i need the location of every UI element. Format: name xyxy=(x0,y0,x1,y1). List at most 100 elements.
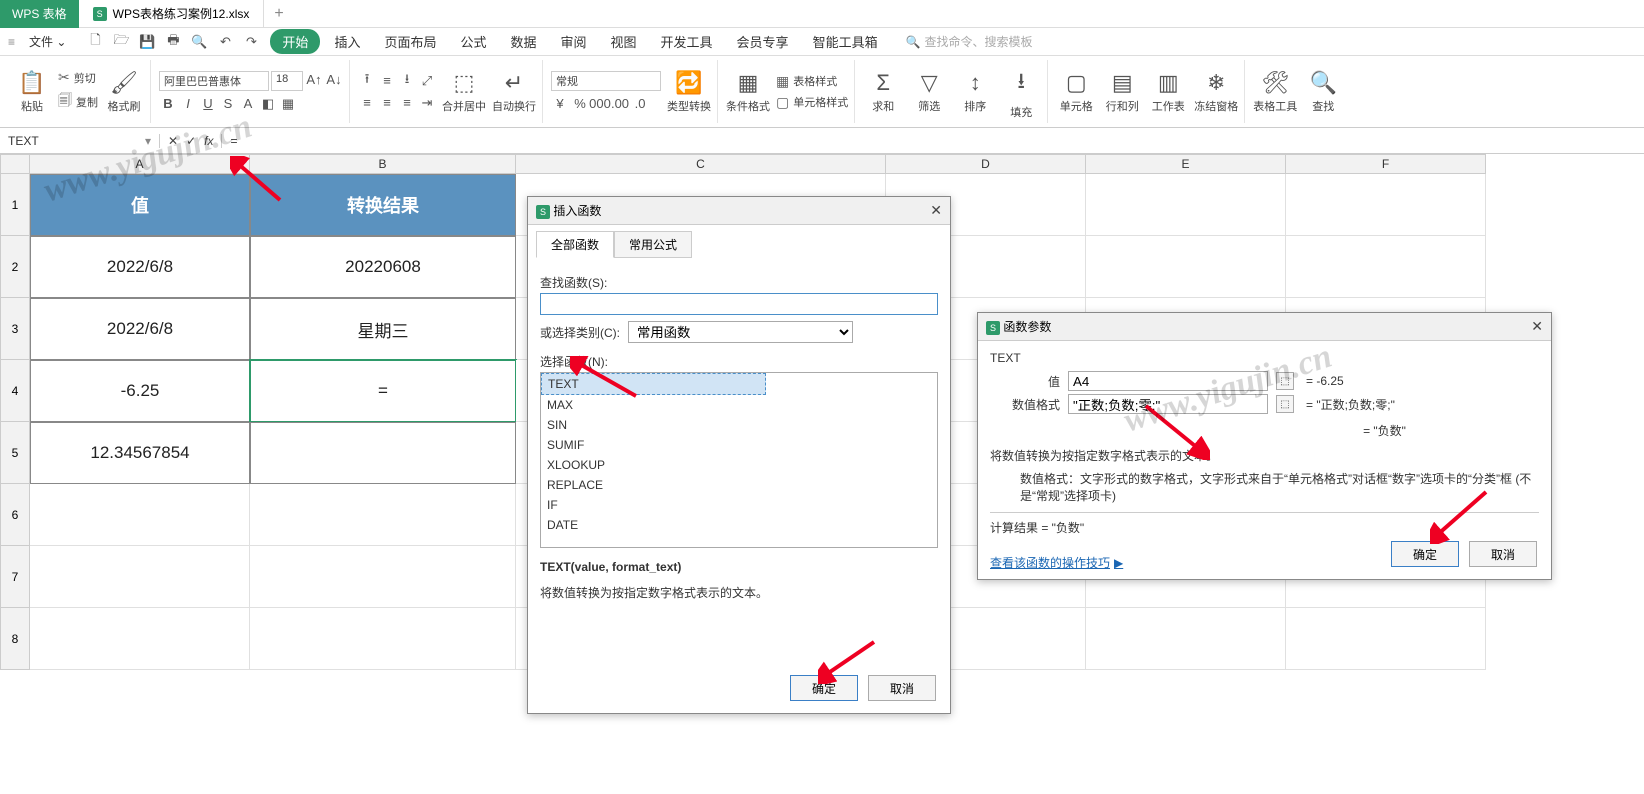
find-button[interactable]: 🔍查找 xyxy=(1303,70,1343,114)
cell-F2[interactable] xyxy=(1286,236,1486,298)
cell-B5[interactable] xyxy=(250,422,516,484)
row-1[interactable]: 1 xyxy=(0,174,30,236)
cell-E1[interactable] xyxy=(1086,174,1286,236)
italic-icon[interactable]: I xyxy=(179,95,197,113)
fill-button[interactable]: ⭳填充 xyxy=(1001,64,1041,120)
cell-B6[interactable] xyxy=(250,484,516,546)
cell-B1[interactable]: 转换结果 xyxy=(250,174,516,236)
name-box[interactable]: TEXT▾ xyxy=(0,134,160,148)
select-all-corner[interactable] xyxy=(0,154,30,174)
format-painter-button[interactable]: 🖌格式刷 xyxy=(104,70,144,114)
close-button[interactable]: ✕ xyxy=(1531,318,1543,335)
freeze-button[interactable]: ❄冻结窗格 xyxy=(1194,70,1238,114)
cancel-button[interactable]: 取消 xyxy=(868,675,936,701)
row-2[interactable]: 2 xyxy=(0,236,30,298)
category-select[interactable]: 常用函数 xyxy=(628,321,853,343)
col-A[interactable]: A xyxy=(30,154,250,174)
list-item[interactable]: SIN xyxy=(541,415,937,435)
dec-dec-icon[interactable]: .0 xyxy=(631,95,649,113)
cell-B2[interactable]: 20220608 xyxy=(250,236,516,298)
menu-insert[interactable]: 插入 xyxy=(324,28,370,55)
cell-A3[interactable]: 2022/6/8 xyxy=(30,298,250,360)
menu-vip[interactable]: 会员专享 xyxy=(727,28,799,55)
help-link[interactable]: 查看该函数的操作技巧 ▶ xyxy=(990,554,1123,571)
align-center-icon[interactable]: ≡ xyxy=(378,94,396,112)
menu-start[interactable]: 开始 xyxy=(270,29,320,54)
cell-F1[interactable] xyxy=(1286,174,1486,236)
cell-A1[interactable]: 值 xyxy=(30,174,250,236)
indent-icon[interactable]: ⇥ xyxy=(418,94,436,112)
sheet-button[interactable]: ▥工作表 xyxy=(1148,70,1188,114)
strike-icon[interactable]: S xyxy=(219,95,237,113)
cell-A6[interactable] xyxy=(30,484,250,546)
font-size-select[interactable]: 18 xyxy=(271,71,303,91)
menu-layout[interactable]: 页面布局 xyxy=(374,28,446,55)
list-item[interactable]: DATE xyxy=(541,515,937,535)
copy-button[interactable]: 🗐复制 xyxy=(58,90,98,114)
ok-button[interactable]: 确定 xyxy=(790,675,858,701)
merge-button[interactable]: ⬚合并居中 xyxy=(442,70,486,114)
underline-icon[interactable]: U xyxy=(199,95,217,113)
fx-icon[interactable]: fx xyxy=(204,134,213,148)
col-F[interactable]: F xyxy=(1286,154,1486,174)
row-3[interactable]: 3 xyxy=(0,298,30,360)
ref-picker-icon[interactable]: ⬚ xyxy=(1276,395,1294,413)
ref-picker-icon[interactable]: ⬚ xyxy=(1276,372,1294,390)
cond-format-button[interactable]: ▦条件格式 xyxy=(726,70,770,114)
tab-all-functions[interactable]: 全部函数 xyxy=(536,231,614,258)
border-icon[interactable]: ▦ xyxy=(279,95,297,113)
print-icon[interactable]: 🖶 xyxy=(164,33,182,51)
cell-A2[interactable]: 2022/6/8 xyxy=(30,236,250,298)
param2-input[interactable] xyxy=(1068,394,1268,414)
menu-smart[interactable]: 智能工具箱 xyxy=(803,28,888,55)
row-7[interactable]: 7 xyxy=(0,546,30,608)
comma-icon[interactable]: 000 xyxy=(591,95,609,113)
confirm-formula-icon[interactable]: ✓ xyxy=(186,134,196,148)
undo-icon[interactable]: ↶ xyxy=(216,33,234,51)
sort-button[interactable]: ↕排序 xyxy=(955,70,995,114)
save-icon[interactable]: 💾 xyxy=(138,33,156,51)
menu-dev[interactable]: 开发工具 xyxy=(651,28,723,55)
inc-dec-icon[interactable]: .00 xyxy=(611,95,629,113)
col-D[interactable]: D xyxy=(886,154,1086,174)
function-list[interactable]: TEXT MAX SIN SUMIF XLOOKUP REPLACE IF DA… xyxy=(540,372,938,548)
param1-input[interactable] xyxy=(1068,371,1268,391)
cell-B3[interactable]: 星期三 xyxy=(250,298,516,360)
cell-A5[interactable]: 12.34567854 xyxy=(30,422,250,484)
formula-input[interactable]: = xyxy=(222,134,1644,148)
cancel-button[interactable]: 取消 xyxy=(1469,541,1537,567)
menu-data[interactable]: 数据 xyxy=(500,28,546,55)
menu-formula[interactable]: 公式 xyxy=(450,28,496,55)
row-5[interactable]: 5 xyxy=(0,422,30,484)
redo-icon[interactable]: ↷ xyxy=(242,33,260,51)
align-bot-icon[interactable]: ⭳ xyxy=(398,72,416,90)
cell-A4[interactable]: -6.25 xyxy=(30,360,250,422)
cell-style-button[interactable]: ▢单元格样式 xyxy=(776,94,848,111)
currency-icon[interactable]: ¥ xyxy=(551,95,569,113)
paste-button[interactable]: 📋粘贴 xyxy=(12,70,52,114)
cell-button[interactable]: ▢单元格 xyxy=(1056,70,1096,114)
cell-B8[interactable] xyxy=(250,608,516,670)
add-tab-button[interactable]: + xyxy=(264,5,293,23)
row-8[interactable]: 8 xyxy=(0,608,30,670)
ok-button[interactable]: 确定 xyxy=(1391,541,1459,567)
cell-F8[interactable] xyxy=(1286,608,1486,670)
cell-E2[interactable] xyxy=(1086,236,1286,298)
command-search[interactable]: 🔍 查找命令、搜索模板 xyxy=(906,33,1033,50)
align-mid-icon[interactable]: ≡ xyxy=(378,72,396,90)
new-icon[interactable]: 🗋 xyxy=(86,33,104,51)
cell-E8[interactable] xyxy=(1086,608,1286,670)
tab-common-formulas[interactable]: 常用公式 xyxy=(614,231,692,258)
tools-button[interactable]: 🛠表格工具 xyxy=(1253,70,1297,114)
menu-review[interactable]: 审阅 xyxy=(551,28,597,55)
wrap-button[interactable]: ↵自动换行 xyxy=(492,70,536,114)
bold-icon[interactable]: B xyxy=(159,95,177,113)
cell-B4[interactable]: = xyxy=(250,360,516,422)
cut-button[interactable]: ✂剪切 xyxy=(58,69,98,86)
table-style-button[interactable]: ▦表格样式 xyxy=(776,73,848,90)
close-button[interactable]: ✕ xyxy=(930,202,942,219)
list-item[interactable]: TEXT xyxy=(541,373,766,395)
menu-icon[interactable]: ≡ xyxy=(8,35,15,49)
list-item[interactable]: SUMIF xyxy=(541,435,937,455)
list-item[interactable]: REPLACE xyxy=(541,475,937,495)
